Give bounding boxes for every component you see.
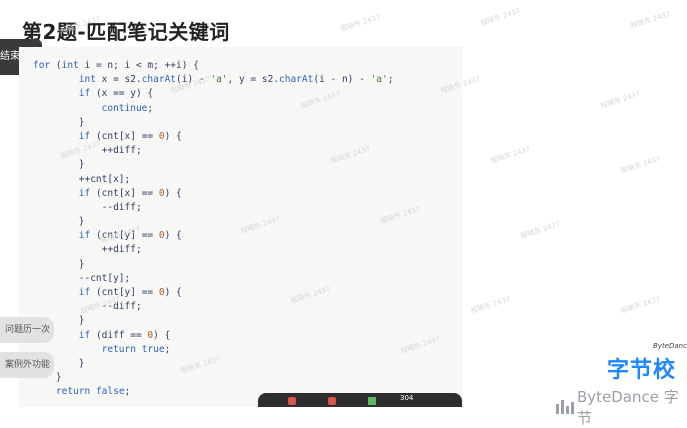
code-line: } <box>33 315 85 327</box>
watermark-text: 程晓东 2437 <box>619 294 662 316</box>
viewer-count: 304 <box>400 394 414 402</box>
code-panel: for (int i = n; i < m; ++i) { int x = s2… <box>19 47 463 407</box>
highlight-icon[interactable] <box>368 397 376 405</box>
watermark-text: 程晓东 2437 <box>629 9 672 31</box>
code-line: } <box>33 372 62 384</box>
code-line: --diff; <box>33 301 142 313</box>
watermark-text: 程晓东 2437 <box>469 294 512 316</box>
watermark-text: 程晓东 2437 <box>619 154 662 176</box>
code-line: continue; <box>101 102 154 114</box>
bytedance-bars-icon <box>556 400 574 414</box>
code-line: return true; <box>101 343 171 355</box>
code-line: } <box>33 258 85 270</box>
brand-tag: ByteDance <box>653 342 687 350</box>
watermark-text: 程晓东 2437 <box>489 144 532 166</box>
code-line: } <box>33 116 85 128</box>
code-line: if (cnt[x] == 0) { <box>78 187 182 199</box>
bytedance-logo-text: ByteDance 字节 <box>576 388 679 427</box>
slide-title: 第2题-匹配笔记关键词 <box>22 20 230 44</box>
presentation-toolbar: 304 <box>258 393 462 407</box>
code-block: for (int i = n; i < m; ++i) { int x = s2… <box>33 59 393 400</box>
code-line: if (cnt[x] == 0) { <box>78 130 182 142</box>
side-button-1[interactable]: 问题历一次 <box>0 317 54 343</box>
side-button-2[interactable]: 案例外功能 <box>0 352 54 378</box>
code-line: --cnt[y]; <box>33 272 131 284</box>
bytedance-logo: ByteDance 字节 <box>556 386 687 428</box>
code-line: if (cnt[y] == 0) { <box>78 287 182 298</box>
code-line: ++diff; <box>33 145 142 157</box>
watermark-text: 程晓东 2437 <box>599 89 642 111</box>
pointer-icon[interactable] <box>288 397 296 405</box>
code-line: ++diff; <box>33 244 142 256</box>
code-line: if (x == y) { <box>78 88 154 100</box>
code-line: --diff; <box>33 201 142 213</box>
code-line: ++cnt[x]; <box>33 173 131 185</box>
brand-name-cn: 字节校 <box>607 358 677 383</box>
code-line: } <box>33 216 85 228</box>
code-line: int x = s2.charAt(i) - 'a', y = s2.charA… <box>78 74 394 86</box>
watermark-text: 程晓东 2437 <box>479 6 522 28</box>
watermark-text: 程晓东 2437 <box>519 219 562 241</box>
code-line: } <box>33 357 85 369</box>
code-line: if (cnt[y] == 0) { <box>78 230 182 242</box>
code-line: if (diff == 0) { <box>78 329 171 341</box>
pen-icon[interactable] <box>328 397 336 405</box>
watermark-text: 程晓东 2437 <box>339 12 382 34</box>
code-line: for (int i = n; i < m; ++i) { <box>33 60 199 71</box>
code-line: } <box>33 159 85 171</box>
